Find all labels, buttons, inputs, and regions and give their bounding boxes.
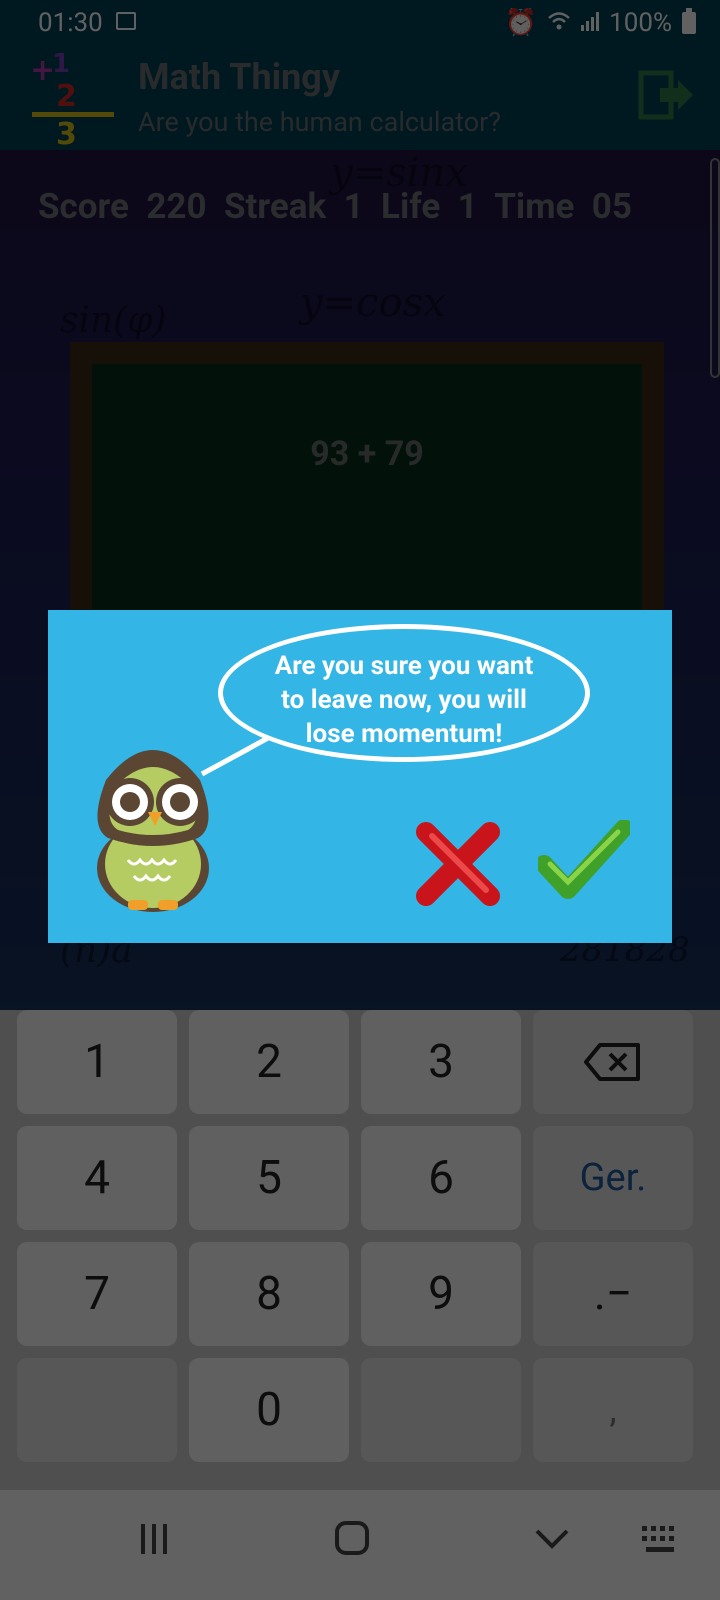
- app-title: Math Thingy: [138, 56, 340, 98]
- owl-mascot-icon: [97, 750, 209, 912]
- key-8[interactable]: 8: [189, 1242, 349, 1346]
- recent-apps-icon[interactable]: [138, 1522, 170, 1556]
- dot-minus-key[interactable]: .−: [533, 1242, 693, 1346]
- svg-text:1: 1: [52, 49, 70, 79]
- key-3[interactable]: 3: [361, 1010, 521, 1114]
- empty-key: [361, 1358, 521, 1462]
- dialog-message-line: to leave now, you will: [281, 685, 527, 715]
- doodle-formula: y=cosx: [300, 280, 446, 326]
- backspace-key[interactable]: [533, 1010, 693, 1114]
- scrollbar[interactable]: [710, 158, 720, 378]
- status-time: 01:30: [38, 8, 103, 38]
- backspace-icon: [584, 1043, 640, 1081]
- key-2[interactable]: 2: [189, 1010, 349, 1114]
- signal-icon: [581, 8, 600, 38]
- key-9[interactable]: 9: [361, 1242, 521, 1346]
- leave-confirm-dialog: Are you sure you want to leave now, you …: [48, 610, 672, 943]
- app-logo-icon: + 1 2 3: [30, 49, 114, 148]
- battery-icon: [682, 8, 696, 34]
- numeric-keypad: 1 2 3 4 5 6 Ger. 7 8 9 .− 0 ,: [0, 1010, 720, 1490]
- battery-percent: 100%: [609, 8, 672, 38]
- comma-key[interactable]: ,: [533, 1358, 693, 1462]
- key-4[interactable]: 4: [17, 1126, 177, 1230]
- back-chevron-icon[interactable]: [534, 1528, 570, 1550]
- image-notification-icon: [116, 12, 136, 30]
- system-nav-bar: [0, 1490, 720, 1600]
- key-7[interactable]: 7: [17, 1242, 177, 1346]
- math-problem: 93 + 79: [310, 434, 424, 474]
- chalkboard: 93 + 79: [70, 342, 664, 642]
- confirm-check-button[interactable]: [538, 820, 630, 904]
- status-bar: 01:30 ⏰ 100%: [0, 0, 720, 44]
- key-0[interactable]: 0: [189, 1358, 349, 1462]
- key-1[interactable]: 1: [17, 1010, 177, 1114]
- app-subtitle: Are you the human calculator?: [138, 106, 502, 138]
- svg-text:3: 3: [56, 117, 77, 148]
- alarm-icon: ⏰: [504, 8, 538, 38]
- status-icons: ⏰ 100%: [505, 8, 696, 38]
- key-5[interactable]: 5: [189, 1126, 349, 1230]
- doodle-formula: sin(φ): [60, 300, 167, 341]
- go-key[interactable]: Ger.: [533, 1126, 693, 1230]
- key-6[interactable]: 6: [361, 1126, 521, 1230]
- dialog-message: Are you sure you want to leave now, you …: [223, 649, 585, 751]
- svg-text:2: 2: [56, 79, 77, 114]
- empty-key: [17, 1358, 177, 1462]
- cancel-x-button[interactable]: [416, 822, 500, 906]
- home-icon[interactable]: [334, 1520, 370, 1556]
- keyboard-icon[interactable]: [640, 1522, 680, 1556]
- wifi-icon: [547, 8, 571, 38]
- exit-icon[interactable]: [638, 70, 694, 120]
- dialog-message-line: Are you sure you want: [274, 651, 534, 681]
- scoreboard: Score 220 Streak 1 Life 1 Time 05: [38, 186, 632, 227]
- app-bar: + 1 2 3 Math Thingy Are you the human ca…: [0, 44, 720, 150]
